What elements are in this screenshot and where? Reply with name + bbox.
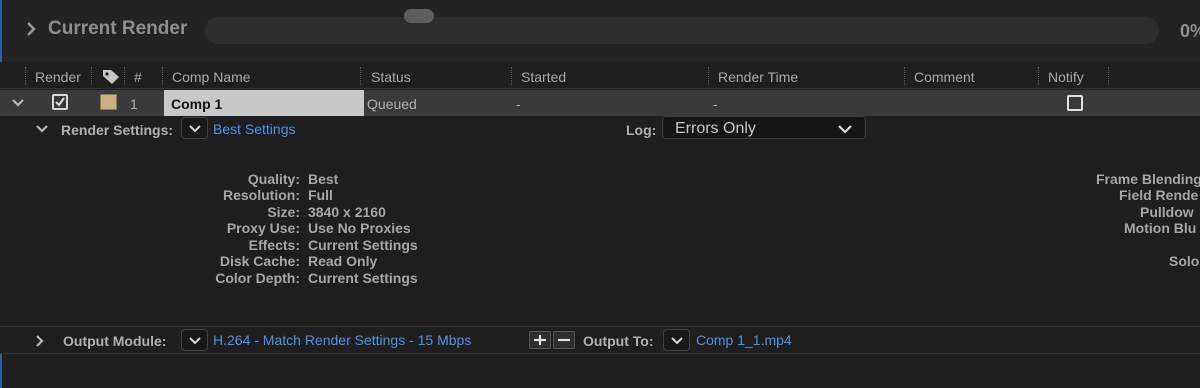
column-render[interactable]: Render	[35, 69, 81, 85]
render-settings-link[interactable]: Best Settings	[213, 121, 296, 137]
minus-icon	[558, 338, 570, 342]
quality-key: Quality:	[247, 171, 300, 187]
output-module-dropdown[interactable]	[181, 329, 208, 351]
notify-checkbox[interactable]	[1067, 95, 1083, 111]
column-number[interactable]: #	[134, 69, 142, 85]
log-select[interactable]: Errors Only	[662, 116, 866, 139]
column-divider[interactable]	[162, 67, 163, 85]
resolution-value: Full	[308, 187, 333, 203]
chevron-down-icon	[189, 337, 201, 345]
solo-key: Solo	[1169, 253, 1200, 269]
disk-cache-value: Read Only	[308, 253, 378, 269]
column-comment[interactable]: Comment	[914, 69, 975, 85]
field-render-key: Field Rende	[1119, 187, 1199, 203]
add-output-module-button[interactable]	[529, 331, 551, 349]
progress-percent: 0%	[1180, 21, 1200, 41]
remove-output-module-button[interactable]	[553, 331, 575, 349]
output-module-label: Output Module:	[63, 333, 167, 349]
panel-resize-handle[interactable]	[404, 9, 434, 23]
label-color-swatch[interactable]	[100, 94, 117, 110]
quality-value: Best	[308, 171, 339, 187]
render-progress-bar	[205, 17, 1159, 44]
render-time-text: -	[713, 96, 718, 112]
status-text: Queued	[367, 96, 417, 112]
motion-blur-key: Motion Blu	[1124, 220, 1197, 236]
output-module-row: Output Module: H.264 - Match Render Sett…	[0, 326, 1200, 354]
plus-icon	[534, 335, 546, 345]
resolution-key: Resolution:	[223, 187, 300, 203]
column-notify[interactable]: Notify	[1048, 69, 1084, 85]
render-settings-section: Render Settings: Best Settings Log: Erro…	[0, 116, 1200, 326]
started-text: -	[516, 96, 521, 112]
render-settings-dropdown[interactable]	[181, 117, 208, 139]
queue-empty-area	[0, 354, 1200, 388]
chevron-down-icon[interactable]	[35, 124, 49, 134]
chevron-down-icon	[671, 337, 683, 345]
column-started[interactable]: Started	[521, 69, 566, 85]
current-render-panel: Current Render 0%	[0, 0, 1200, 62]
column-divider[interactable]	[1108, 67, 1109, 85]
comp-name-text: Comp 1	[171, 96, 223, 112]
output-to-dropdown[interactable]	[663, 329, 690, 351]
column-render-time[interactable]: Render Time	[718, 69, 798, 85]
effects-key: Effects:	[248, 237, 300, 253]
column-divider[interactable]	[360, 67, 361, 85]
pulldown-key: Pulldow	[1140, 204, 1194, 220]
chevron-right-icon[interactable]	[24, 20, 38, 38]
render-settings-label: Render Settings:	[61, 122, 174, 138]
render-queue-item[interactable]: 1 Comp 1 Queued - -	[0, 90, 1200, 116]
column-status[interactable]: Status	[371, 69, 411, 85]
chevron-down-icon[interactable]	[11, 98, 25, 108]
column-comp-name[interactable]: Comp Name	[172, 69, 251, 85]
column-divider[interactable]	[25, 67, 26, 85]
column-divider[interactable]	[904, 67, 905, 85]
column-divider[interactable]	[1038, 67, 1039, 85]
color-depth-key: Color Depth:	[215, 270, 300, 286]
size-value: 3840 x 2160	[308, 204, 386, 220]
column-divider[interactable]	[511, 67, 512, 85]
disk-cache-key: Disk Cache:	[219, 253, 300, 269]
frame-blending-key: Frame Blending	[1096, 171, 1200, 187]
output-to-label: Output To:	[583, 333, 654, 349]
current-render-title: Current Render	[48, 18, 188, 39]
column-divider[interactable]	[124, 67, 125, 85]
checkmark-icon	[55, 97, 65, 107]
log-select-value: Errors Only	[675, 120, 756, 137]
chevron-down-icon	[189, 125, 201, 133]
output-module-link[interactable]: H.264 - Match Render Settings - 15 Mbps	[213, 332, 471, 348]
color-depth-value: Current Settings	[308, 270, 418, 286]
size-key: Size:	[267, 204, 300, 220]
queue-column-header: Render # Comp Name Status Started Render…	[0, 63, 1200, 89]
effects-value: Current Settings	[308, 237, 418, 253]
render-checkbox[interactable]	[52, 94, 68, 110]
log-label: Log:	[626, 122, 657, 138]
chevron-right-icon[interactable]	[35, 334, 45, 348]
column-divider[interactable]	[708, 67, 709, 85]
output-to-link[interactable]: Comp 1_1.mp4	[696, 332, 792, 348]
chevron-down-icon	[838, 125, 852, 134]
label-tag-icon[interactable]	[101, 68, 121, 85]
proxy-use-key: Proxy Use:	[226, 220, 300, 236]
column-divider[interactable]	[91, 67, 92, 85]
item-index: 1	[130, 96, 138, 112]
comp-name-cell[interactable]: Comp 1	[164, 90, 364, 116]
proxy-use-value: Use No Proxies	[308, 220, 411, 236]
